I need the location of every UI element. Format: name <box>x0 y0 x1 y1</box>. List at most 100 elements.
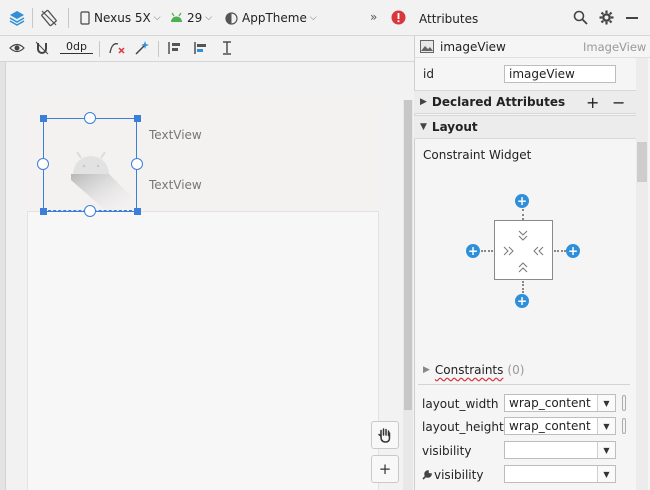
phone-icon <box>80 11 90 25</box>
search-icon[interactable] <box>573 10 588 28</box>
declared-attributes-header[interactable]: ▶ Declared Attributes + − <box>414 90 636 114</box>
toolbar-separator <box>68 8 69 28</box>
constraint-anchor-right[interactable] <box>131 158 143 170</box>
panel-scrollbar-thumb[interactable] <box>637 142 647 182</box>
resize-handle-top-right[interactable] <box>134 115 141 122</box>
chevron-right-icon: ▶ <box>423 365 430 375</box>
add-attribute-button[interactable]: + <box>586 93 599 112</box>
remove-attribute-button[interactable]: − <box>612 93 625 112</box>
layout-section-header[interactable]: ▼ Layout <box>414 115 636 139</box>
toolbar-separator <box>158 41 159 57</box>
panel-title: Attributes <box>419 12 479 26</box>
imageview-icon <box>420 40 434 56</box>
dropdown-arrow-icon: ▼ <box>597 418 615 434</box>
chevron-down-icon: ▼ <box>420 122 427 132</box>
align-icon[interactable] <box>193 40 211 56</box>
infer-constraints-icon[interactable] <box>134 40 150 56</box>
resize-handle-bottom-right[interactable] <box>134 208 141 215</box>
default-margin-field[interactable]: 0dp <box>60 40 93 54</box>
device-selector[interactable]: Nexus 5X ⌵ <box>80 11 161 25</box>
dropdown-arrow-icon: ▼ <box>597 395 615 411</box>
constraint-anchor-left[interactable] <box>37 158 49 170</box>
error-icon[interactable] <box>391 10 406 25</box>
declared-attributes-label: Declared Attributes <box>431 95 566 109</box>
layout-height-dropdown[interactable]: wrap_content ▼ <box>504 417 616 435</box>
layers-icon[interactable] <box>8 9 26 27</box>
dropdown-arrow-icon: ▼ <box>597 466 615 482</box>
constraint-arrows-icon <box>503 230 544 273</box>
section-divider <box>418 384 630 385</box>
id-input[interactable]: imageView <box>504 65 616 83</box>
constraint-anchor-bottom[interactable] <box>84 205 96 217</box>
api-level: 29 <box>187 11 203 25</box>
add-right-constraint-button[interactable]: + <box>566 244 580 258</box>
canvas-scrollbar-thumb[interactable] <box>404 100 412 410</box>
android-icon <box>171 12 182 22</box>
constraint-line-bottom <box>522 281 524 293</box>
toolbar-separator <box>32 8 33 28</box>
orientation-icon[interactable] <box>40 9 58 27</box>
selected-imageview[interactable] <box>43 118 137 212</box>
dropdown-arrow-icon: ▼ <box>597 442 615 458</box>
layout-width-label: layout_width <box>422 397 499 411</box>
pack-icon[interactable] <box>166 40 182 56</box>
hand-icon <box>378 428 391 443</box>
toolbar-separator <box>99 41 100 57</box>
resize-handle-bottom-left[interactable] <box>40 208 47 215</box>
constraint-widget-label: Constraint Widget <box>423 148 532 162</box>
attributes-header: Attributes <box>414 0 650 36</box>
top-toolbar: Nexus 5X ⌵ 29 ⌵ AppTheme ⌵ » <box>0 0 414 36</box>
theme-icon <box>225 11 238 25</box>
layout-height-picker[interactable] <box>622 418 626 434</box>
constraints-row[interactable]: ▶ Constraints (0) <box>423 363 524 377</box>
add-top-constraint-button[interactable]: + <box>515 194 529 208</box>
constraint-anchor-top[interactable] <box>84 112 96 124</box>
chevron-right-icon: ▶ <box>420 97 427 107</box>
minimize-icon[interactable] <box>626 17 638 19</box>
layout-label: Layout <box>431 120 478 134</box>
constraint-line-top <box>522 209 524 220</box>
component-header: imageView ImageView <box>414 36 650 58</box>
add-left-constraint-button[interactable]: + <box>466 244 480 258</box>
palette-edge <box>0 62 6 490</box>
constraint-toolbar: 0dp <box>0 36 414 62</box>
panel-scrollbar[interactable] <box>636 58 648 490</box>
gear-icon[interactable] <box>599 10 614 28</box>
textview-1[interactable]: TextView <box>149 128 202 142</box>
tools-visibility-dropdown[interactable]: ▼ <box>504 465 616 483</box>
layout-height-label: layout_height <box>422 420 504 434</box>
chevron-down-icon: ⌵ <box>309 13 317 23</box>
zoom-in-button[interactable]: + <box>371 455 399 483</box>
wrench-icon <box>422 469 432 483</box>
device-label: Nexus 5X <box>94 11 151 25</box>
eye-icon[interactable] <box>9 41 25 55</box>
guidelines-icon[interactable] <box>220 40 234 56</box>
component-name: imageView <box>440 40 506 54</box>
magnet-icon[interactable] <box>35 41 49 55</box>
component-type: ImageView <box>583 40 647 54</box>
constraints-label: Constraints <box>434 363 504 377</box>
clear-constraints-icon[interactable] <box>108 41 126 55</box>
api-selector[interactable]: 29 ⌵ <box>170 11 212 25</box>
layout-height-value: wrap_content <box>509 419 591 433</box>
resize-handle-top-left[interactable] <box>40 115 47 122</box>
visibility-dropdown[interactable]: ▼ <box>504 441 616 459</box>
theme-label: AppTheme <box>242 11 307 25</box>
layout-width-dropdown[interactable]: wrap_content ▼ <box>504 394 616 412</box>
add-bottom-constraint-button[interactable]: + <box>515 294 529 308</box>
tools-visibility-label: visibility <box>434 468 484 482</box>
id-label: id <box>423 67 434 81</box>
constraint-line-right <box>554 250 566 252</box>
visibility-label: visibility <box>422 444 472 458</box>
chevron-down-icon: ⌵ <box>153 13 161 23</box>
layout-width-picker[interactable] <box>622 395 626 411</box>
constraint-line-left <box>481 250 493 252</box>
pan-button[interactable] <box>371 421 399 449</box>
constraints-count: (0) <box>507 363 525 377</box>
textview-2[interactable]: TextView <box>149 178 202 192</box>
constraint-widget-box[interactable] <box>494 220 553 280</box>
overflow-button[interactable]: » <box>370 10 377 24</box>
theme-selector[interactable]: AppTheme ⌵ <box>225 11 317 25</box>
chevron-down-icon: ⌵ <box>205 13 213 23</box>
layout-width-value: wrap_content <box>509 396 591 410</box>
